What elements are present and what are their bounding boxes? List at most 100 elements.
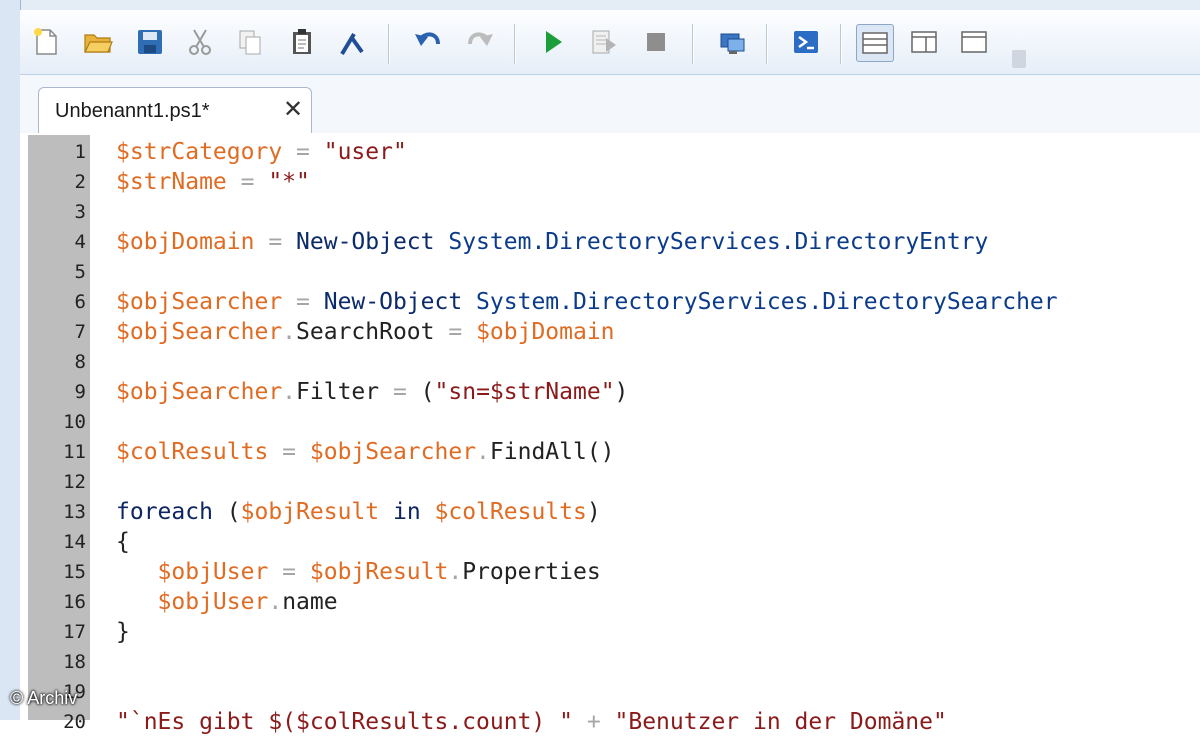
line-number: 7	[74, 321, 86, 343]
code-token: }	[116, 619, 130, 645]
line-number: 1	[74, 141, 86, 163]
toolbar-separator	[766, 24, 768, 64]
layout-right-icon[interactable]	[906, 24, 942, 60]
line-number: 11	[63, 441, 86, 463]
toolbar-overflow-icon[interactable]	[1012, 50, 1026, 68]
close-icon[interactable]: ✕	[283, 98, 303, 122]
code-token: New-Object	[296, 229, 435, 255]
code-token: $objDomain	[476, 319, 615, 345]
code-token: name	[282, 589, 338, 615]
line-number: 2	[74, 171, 86, 193]
code-token: .	[476, 439, 490, 465]
toolbar-separator	[388, 24, 390, 64]
powershell-icon[interactable]	[788, 24, 824, 60]
line-number: 17	[63, 621, 86, 643]
toolbar-separator	[840, 24, 842, 64]
layout-maximize-icon[interactable]	[956, 24, 992, 60]
code-line[interactable]: $strCategory = "user"	[116, 137, 407, 167]
clipboard-icon[interactable]	[284, 24, 320, 60]
window-left-edge	[0, 0, 21, 720]
code-line[interactable]: {	[116, 527, 130, 557]
code-token: .	[282, 319, 297, 345]
tab-strip: Unbenannt1.ps1* ✕	[20, 75, 1200, 134]
code-line[interactable]: }	[116, 617, 130, 647]
code-line[interactable]: foreach ($objResult in $colResults)	[116, 497, 601, 527]
tab-unbenannt1[interactable]: Unbenannt1.ps1* ✕	[38, 87, 312, 134]
code-token: =	[434, 319, 477, 345]
code-token: System.DirectoryServices.DirectorySearch…	[462, 289, 1058, 315]
code-token: =	[226, 169, 269, 195]
code-token: $objUser	[157, 589, 269, 615]
code-line[interactable]: "`nEs gibt $($colResults.count) " + "Ben…	[116, 707, 947, 737]
line-number: 16	[63, 591, 86, 613]
code-line[interactable]: $objUser.name	[116, 587, 338, 617]
layout-top-icon[interactable]	[856, 24, 894, 62]
code-line[interactable]: $strName = "*"	[116, 167, 310, 197]
code-line[interactable]: $colResults = $objSearcher.FindAll()	[116, 437, 615, 467]
code-token: (	[212, 499, 241, 525]
code-token: System.DirectoryServices.DirectoryEntry	[434, 229, 989, 255]
remote-session-icon[interactable]	[714, 24, 750, 60]
code-token: FindAll()	[489, 439, 615, 465]
code-token: =	[379, 379, 421, 405]
play-icon[interactable]	[534, 24, 570, 60]
code-token: $strName	[116, 169, 227, 195]
scissors-icon[interactable]	[182, 24, 218, 60]
code-token: =	[268, 439, 310, 465]
code-token: New-Object	[323, 289, 463, 315]
toolbar	[20, 10, 1200, 75]
save-disk-icon[interactable]	[132, 24, 168, 60]
stop-icon[interactable]	[638, 24, 674, 60]
code-token: $colResults	[116, 439, 269, 465]
code-token: )	[614, 379, 629, 405]
code-token: .	[282, 379, 297, 405]
new-file-icon[interactable]	[28, 24, 64, 60]
menu-bar[interactable]	[0, 0, 1200, 10]
broom-icon[interactable]	[334, 24, 370, 60]
line-number: 10	[63, 411, 86, 433]
toolbar-separator	[514, 24, 516, 64]
line-number: 12	[63, 471, 86, 493]
tab-title: Unbenannt1.ps1*	[55, 100, 210, 122]
line-number: 9	[74, 381, 86, 403]
code-token: =	[282, 139, 324, 165]
code-token: $objSearcher	[116, 319, 283, 345]
code-token: $colResults	[434, 499, 587, 525]
line-number: 3	[74, 201, 86, 223]
code-token: =	[282, 289, 324, 315]
code-token: $objResult	[309, 559, 449, 585]
code-line[interactable]: $objSearcher = New-Object System.Directo…	[116, 287, 1058, 317]
code-line[interactable]: $objUser = $objResult.Properties	[116, 557, 601, 587]
code-token: =	[268, 559, 310, 585]
undo-arrow-icon[interactable]	[410, 24, 446, 60]
code-token: Properties	[462, 559, 601, 585]
code-token: $objUser	[157, 559, 269, 585]
code-token: Filter	[296, 379, 380, 405]
code-token: (	[420, 379, 435, 405]
code-token: {	[116, 529, 130, 555]
toolbar-separator	[692, 24, 694, 64]
code-area[interactable]: $strCategory = "user" $strName = "*" $objD…	[116, 135, 1200, 735]
line-number: 6	[74, 291, 86, 313]
code-line[interactable]: $objSearcher.SearchRoot = $objDomain	[116, 317, 615, 347]
code-token: +	[572, 709, 615, 735]
line-number: 14	[63, 531, 86, 553]
copy-icon[interactable]	[232, 24, 268, 60]
code-line[interactable]: $objDomain = New-Object System.Directory…	[116, 227, 988, 257]
run-selection-icon[interactable]	[586, 24, 622, 60]
code-token: =	[254, 229, 297, 255]
code-token: )	[586, 499, 601, 525]
code-token: "Benutzer in der Domäne"	[614, 709, 947, 735]
folder-open-icon[interactable]	[80, 24, 116, 60]
code-line[interactable]: $objSearcher.Filter = ("sn=$strName")	[116, 377, 628, 407]
line-number: 18	[63, 651, 86, 673]
code-token: "*"	[268, 169, 310, 195]
code-token: $objResult	[240, 499, 380, 525]
code-token: "user"	[323, 139, 407, 165]
redo-arrow-icon[interactable]	[462, 24, 498, 60]
code-token: "sn=$strName"	[434, 379, 615, 405]
line-number-gutter: 1 2 3 4 5 6 7 8 9 10 11 12 13 14 15 16 17 18 19 20	[28, 135, 90, 733]
line-number: 8	[74, 351, 86, 373]
